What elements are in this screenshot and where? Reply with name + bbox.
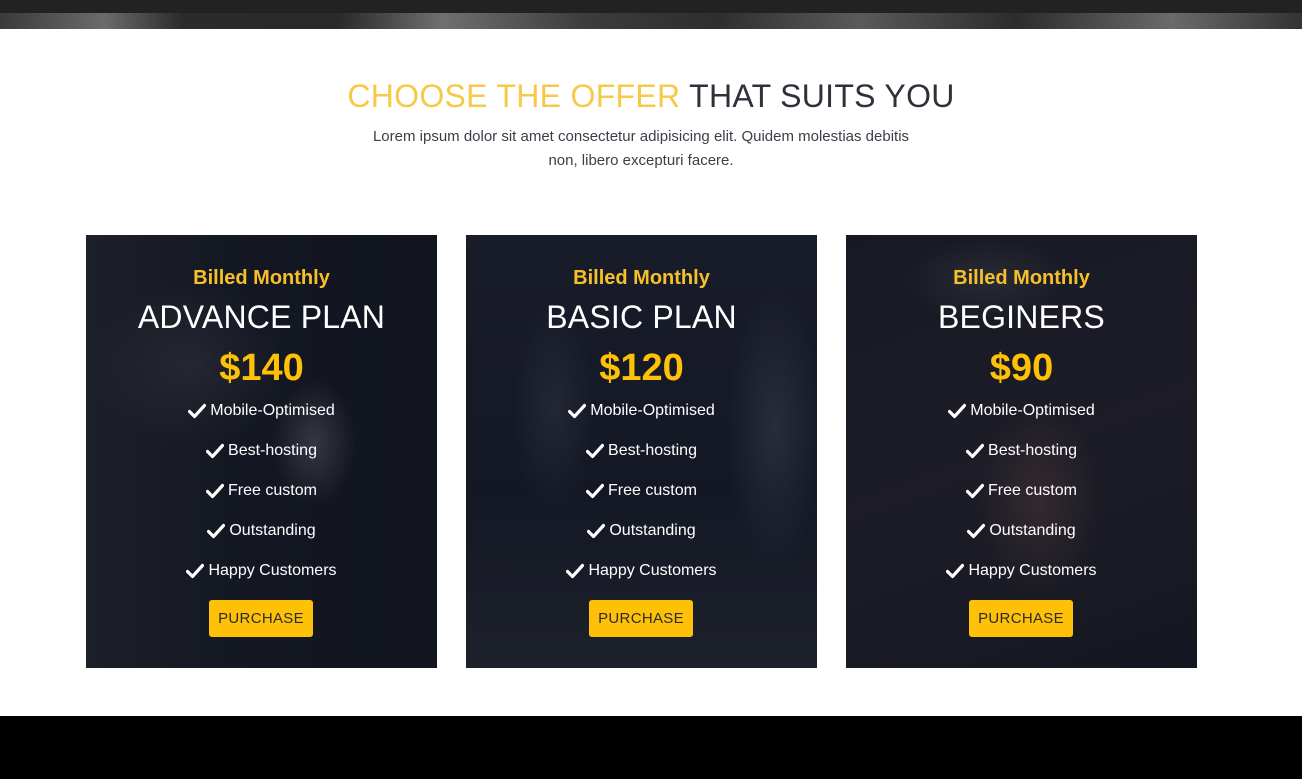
- pricing-card-advance: Billed Monthly ADVANCE PLAN $140 Mobile-…: [86, 235, 437, 668]
- plan-name: BEGINERS: [938, 299, 1105, 335]
- feature-label: Mobile-Optimised: [590, 402, 715, 419]
- check-icon: [586, 443, 605, 459]
- feature-item: Free custom: [86, 482, 437, 522]
- plan-price: $140: [219, 347, 304, 389]
- feature-label: Happy Customers: [968, 562, 1097, 579]
- feature-list: Mobile-Optimised Best-hosting Free custo…: [86, 402, 437, 602]
- check-icon: [207, 523, 226, 539]
- feature-label: Mobile-Optimised: [210, 402, 335, 419]
- card-content: Billed Monthly ADVANCE PLAN $140 Mobile-…: [86, 235, 437, 668]
- check-icon: [206, 483, 225, 499]
- pricing-card-basic: Billed Monthly BASIC PLAN $120 Mobile-Op…: [466, 235, 817, 668]
- check-icon: [948, 403, 967, 419]
- footer: [0, 716, 1302, 779]
- feature-label: Best-hosting: [228, 442, 317, 459]
- heading-accent: CHOOSE THE OFFER: [347, 78, 681, 114]
- hero-image-strip: [0, 0, 1302, 29]
- check-icon: [586, 483, 605, 499]
- check-icon: [566, 563, 585, 579]
- feature-item: Outstanding: [86, 522, 437, 562]
- feature-label: Free custom: [228, 482, 317, 499]
- feature-item: Outstanding: [466, 522, 817, 562]
- feature-label: Outstanding: [609, 522, 696, 539]
- heading-rest: THAT SUITS YOU: [689, 78, 955, 114]
- check-icon: [966, 483, 985, 499]
- feature-item: Best-hosting: [86, 442, 437, 482]
- feature-label: Best-hosting: [608, 442, 697, 459]
- plan-name: ADVANCE PLAN: [137, 299, 386, 335]
- billing-period: Billed Monthly: [193, 267, 330, 289]
- feature-item: Free custom: [846, 482, 1197, 522]
- billing-period: Billed Monthly: [953, 267, 1090, 289]
- feature-item: Best-hosting: [466, 442, 817, 482]
- card-content: Billed Monthly BASIC PLAN $120 Mobile-Op…: [466, 235, 817, 668]
- feature-list: Mobile-Optimised Best-hosting Free custo…: [466, 402, 817, 602]
- plan-price: $90: [989, 347, 1054, 389]
- pricing-section: CHOOSE THE OFFER THAT SUITS YOU Lorem ip…: [0, 29, 1302, 716]
- feature-item: Mobile-Optimised: [846, 402, 1197, 442]
- check-icon: [587, 523, 606, 539]
- feature-list: Mobile-Optimised Best-hosting Free custo…: [846, 402, 1197, 602]
- billing-period: Billed Monthly: [573, 267, 710, 289]
- purchase-button[interactable]: PURCHASE: [209, 600, 313, 637]
- feature-label: Happy Customers: [208, 562, 337, 579]
- check-icon: [188, 403, 207, 419]
- purchase-button[interactable]: PURCHASE: [969, 600, 1073, 637]
- plan-price: $120: [599, 347, 684, 389]
- feature-item: Mobile-Optimised: [466, 402, 817, 442]
- feature-label: Free custom: [988, 482, 1077, 499]
- purchase-button[interactable]: PURCHASE: [589, 600, 693, 637]
- pricing-card-beginners: Billed Monthly BEGINERS $90 Mobile-Optim…: [846, 235, 1197, 668]
- feature-item: Happy Customers: [846, 562, 1197, 602]
- card-content: Billed Monthly BEGINERS $90 Mobile-Optim…: [846, 235, 1197, 668]
- check-icon: [186, 563, 205, 579]
- check-icon: [966, 443, 985, 459]
- section-subtitle: Lorem ipsum dolor sit amet consectetur a…: [372, 128, 910, 169]
- feature-label: Best-hosting: [988, 442, 1077, 459]
- check-icon: [206, 443, 225, 459]
- section-heading: CHOOSE THE OFFER THAT SUITS YOU: [0, 78, 1302, 115]
- feature-label: Outstanding: [989, 522, 1076, 539]
- feature-label: Outstanding: [229, 522, 316, 539]
- feature-item: Mobile-Optimised: [86, 402, 437, 442]
- feature-label: Happy Customers: [588, 562, 717, 579]
- feature-label: Free custom: [608, 482, 697, 499]
- feature-item: Outstanding: [846, 522, 1197, 562]
- feature-label: Mobile-Optimised: [970, 402, 1095, 419]
- plan-name: BASIC PLAN: [546, 299, 737, 335]
- feature-item: Best-hosting: [846, 442, 1197, 482]
- check-icon: [568, 403, 587, 419]
- check-icon: [946, 563, 965, 579]
- feature-item: Free custom: [466, 482, 817, 522]
- feature-item: Happy Customers: [86, 562, 437, 602]
- feature-item: Happy Customers: [466, 562, 817, 602]
- check-icon: [967, 523, 986, 539]
